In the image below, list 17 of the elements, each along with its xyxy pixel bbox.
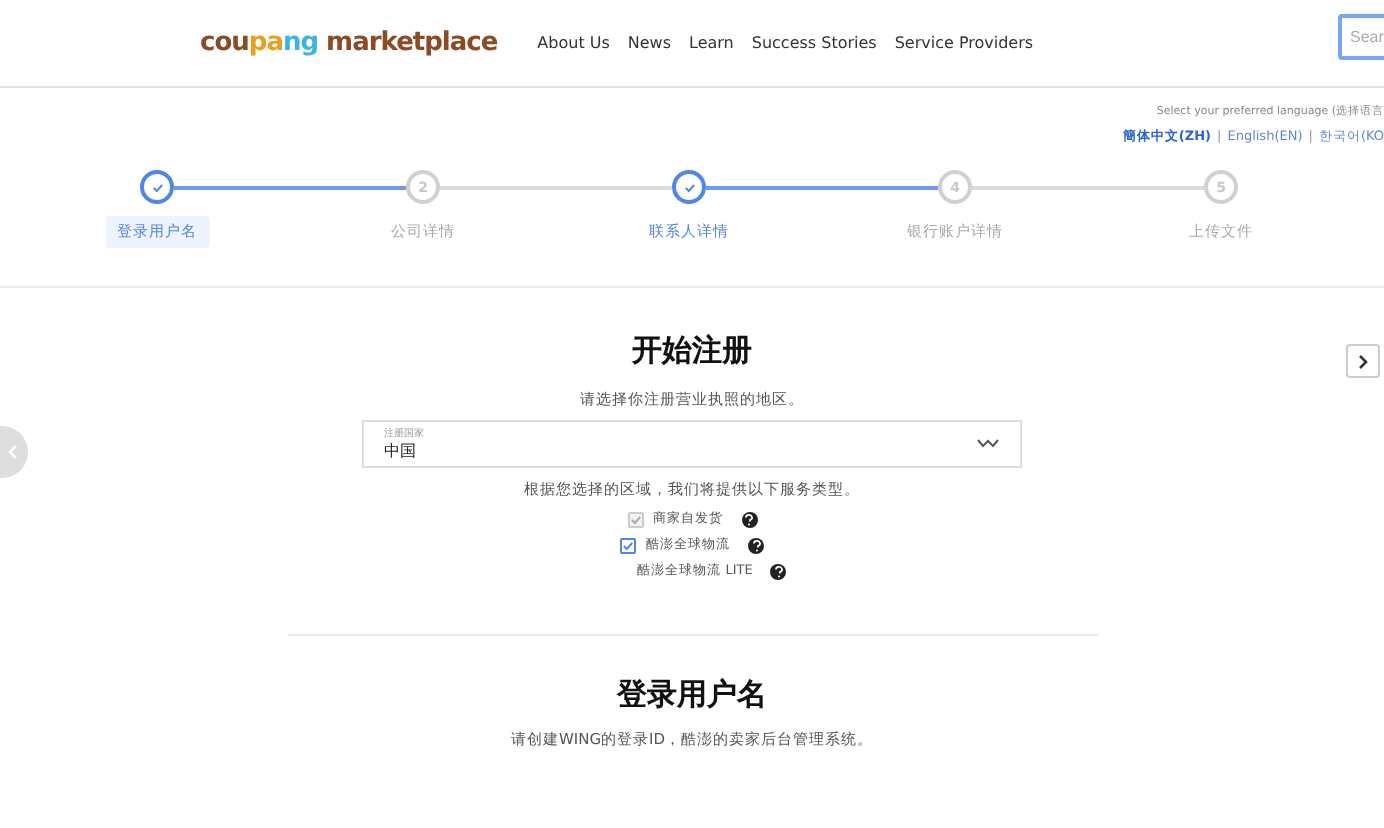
nav-link[interactable]: Learn xyxy=(689,34,734,52)
checkbox[interactable] xyxy=(620,537,636,553)
next-arrow-button[interactable] xyxy=(1346,344,1380,378)
nav-link[interactable]: News xyxy=(627,34,672,52)
chevron-icon xyxy=(976,438,1000,450)
search-field[interactable]: Sear xyxy=(1338,14,1384,60)
help-icon[interactable] xyxy=(748,537,764,553)
nav-link[interactable]: Service Providers xyxy=(894,34,1034,52)
section-title: 登录用户名 xyxy=(617,676,767,714)
nav-link[interactable]: About Us xyxy=(537,34,610,52)
help-icon[interactable] xyxy=(741,511,757,527)
nav-link[interactable]: Success Stories xyxy=(751,34,877,52)
logo[interactable]: coupang marketplace xyxy=(200,28,498,58)
chevron-right-icon xyxy=(1357,353,1369,369)
section-title: 开始注册 xyxy=(632,332,752,370)
help-icon[interactable] xyxy=(770,563,787,579)
chevron-left-icon xyxy=(6,444,18,460)
